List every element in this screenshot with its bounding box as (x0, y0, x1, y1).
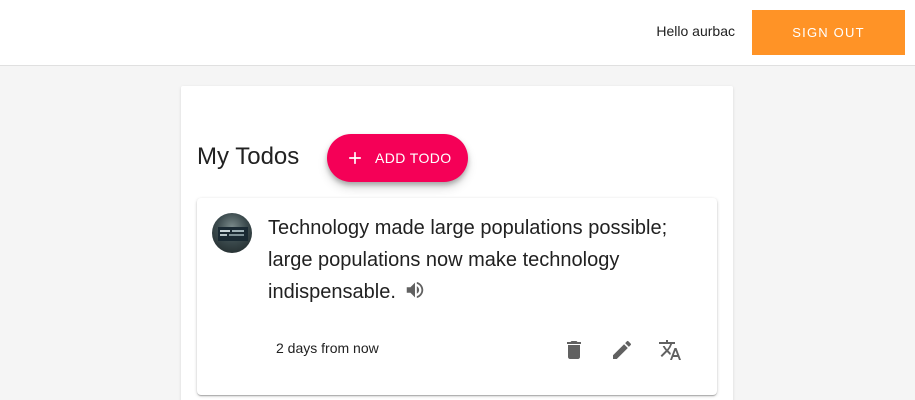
todo-card: Technology made large populations possib… (197, 198, 717, 395)
user-greeting: Hello aurbac (656, 23, 735, 39)
app-header: Hello aurbac SIGN OUT (0, 0, 915, 66)
delete-icon (567, 341, 581, 359)
translate-button[interactable] (652, 332, 688, 368)
todo-text-content: Technology made large populations possib… (268, 217, 668, 303)
plus-icon (349, 152, 361, 164)
speaker-icon[interactable] (404, 279, 426, 301)
edit-icon (613, 340, 632, 359)
todo-text: Technology made large populations possib… (268, 212, 698, 308)
avatar (212, 213, 252, 253)
delete-button[interactable] (556, 332, 592, 368)
translate-icon (659, 340, 681, 360)
edit-button[interactable] (604, 332, 640, 368)
due-date: 2 days from now (276, 340, 379, 356)
page-title: My Todos (197, 143, 300, 170)
add-todo-label: ADD TODO (375, 150, 452, 166)
todos-panel: My Todos ADD TODO Technology made large … (181, 86, 733, 400)
sign-out-button[interactable]: SIGN OUT (752, 10, 905, 55)
avatar-image (218, 227, 248, 241)
add-todo-button[interactable]: ADD TODO (327, 134, 468, 182)
